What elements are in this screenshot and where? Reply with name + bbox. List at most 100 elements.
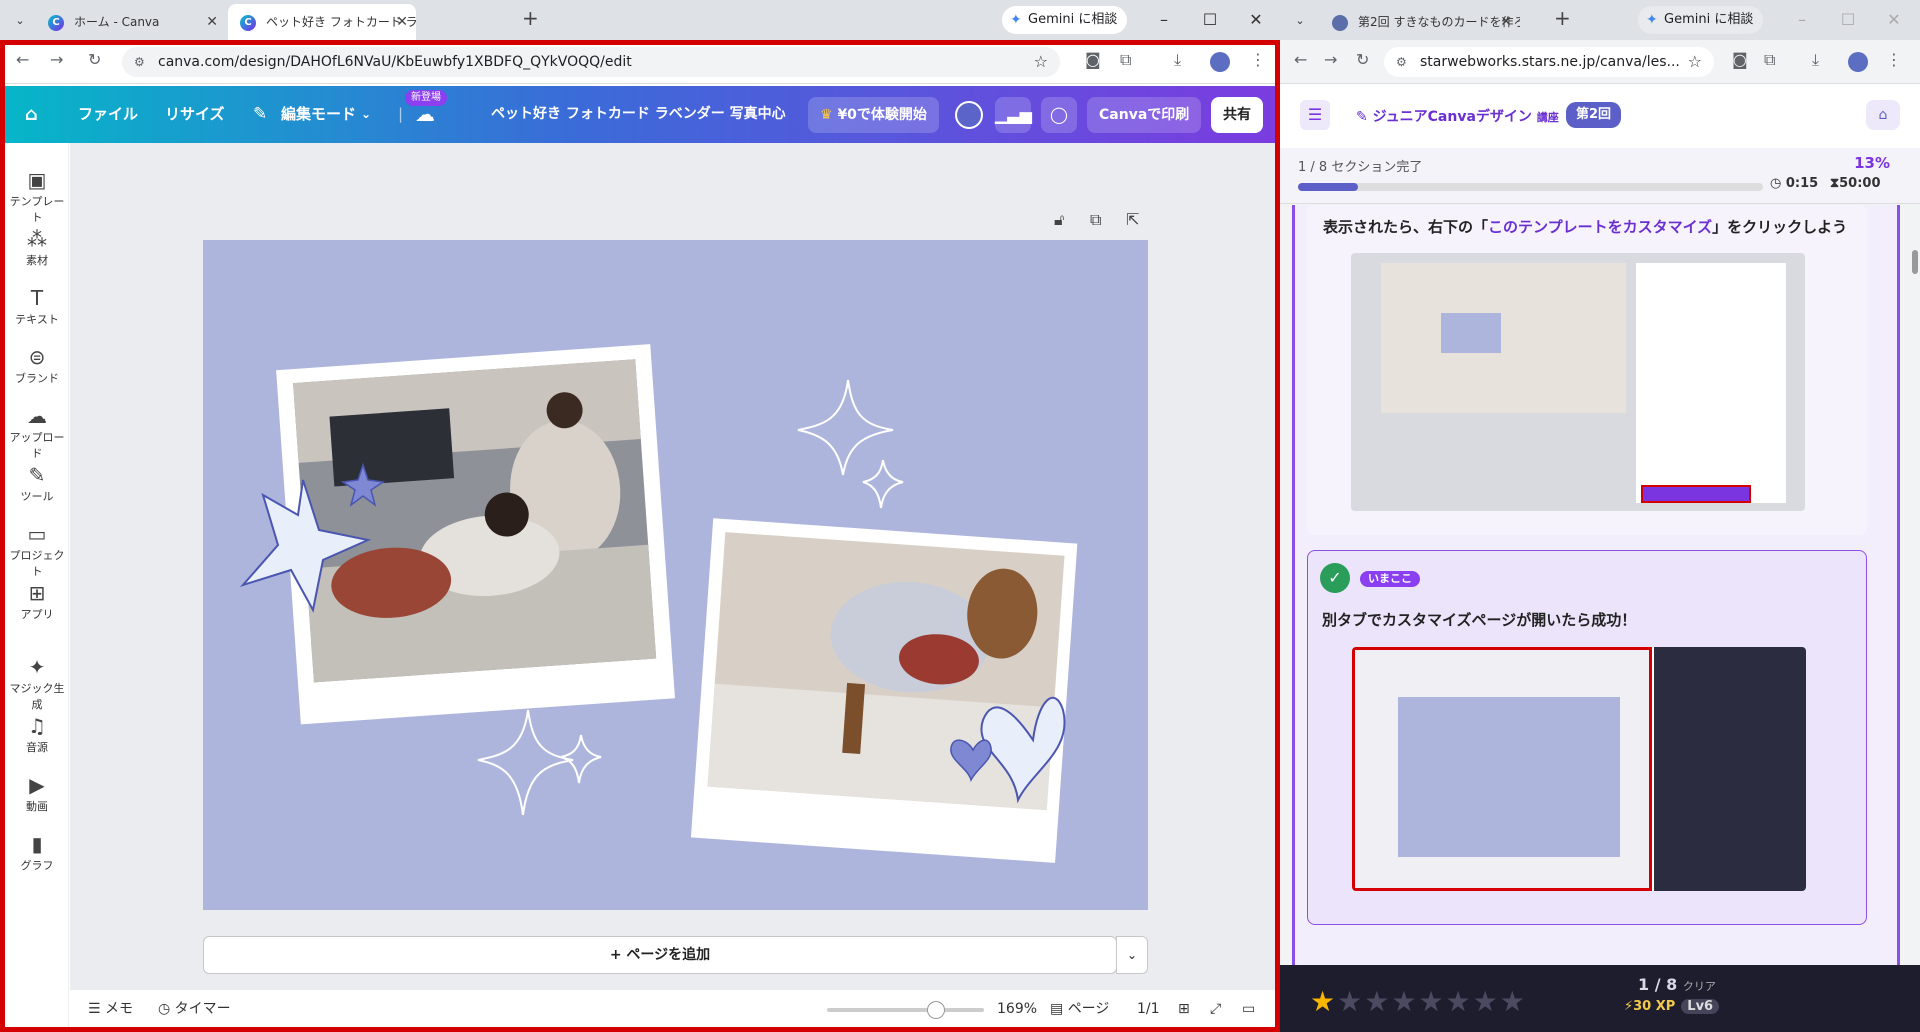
page-count[interactable]: 1/1: [1137, 990, 1160, 1028]
zoom-level[interactable]: 169%: [997, 990, 1037, 1028]
new-tab-button[interactable]: +: [1554, 6, 1571, 30]
extensions-icon[interactable]: ⧉: [1120, 50, 1131, 70]
bookmark-star-icon[interactable]: ☆: [1688, 47, 1702, 77]
site-info-icon[interactable]: ⚙: [1396, 47, 1407, 77]
maximize-button[interactable]: ☐: [1826, 0, 1870, 40]
window-close-button[interactable]: ✕: [1872, 0, 1916, 40]
forward-icon[interactable]: →: [1324, 50, 1337, 69]
sidebar-item-audio[interactable]: ♫ 音源: [5, 713, 69, 755]
reload-icon[interactable]: ↻: [1356, 50, 1369, 69]
comment-icon[interactable]: ◯: [1041, 97, 1077, 133]
close-icon[interactable]: ✕: [396, 4, 408, 40]
sidebar-item-elements[interactable]: ⁂ 素材: [5, 226, 69, 268]
print-button[interactable]: Canvaで印刷: [1087, 97, 1202, 133]
sidebar-item-text[interactable]: T テキスト: [5, 285, 69, 327]
sidebar-item-upload[interactable]: ☁ アップロード: [5, 403, 69, 461]
bookmark-star-icon[interactable]: ☆: [1034, 47, 1048, 77]
fullscreen-icon[interactable]: ⤢: [1210, 990, 1221, 1028]
hamburger-menu-icon[interactable]: ☰: [1300, 100, 1330, 130]
gemini-sparkle-icon: ✦: [1010, 12, 1022, 28]
zoom-slider[interactable]: [827, 1001, 984, 1019]
insights-chart-icon[interactable]: ▁▃▅: [995, 97, 1032, 133]
menu-kebab-icon[interactable]: ⋮: [1886, 50, 1902, 69]
minimize-button[interactable]: –: [1142, 0, 1186, 40]
design-title[interactable]: ペット好き フォトカード ラベンダー 写真中心: [491, 86, 786, 143]
scrollbar[interactable]: [1912, 250, 1918, 274]
pages-button[interactable]: ▤ ページ: [1050, 990, 1109, 1028]
camera-icon[interactable]: ◙: [1085, 50, 1101, 69]
sidebar-item-apps[interactable]: ⊞ アプリ: [5, 580, 69, 622]
forward-icon[interactable]: →: [50, 50, 63, 69]
camera-icon[interactable]: ◙: [1732, 50, 1748, 69]
sidebar-item-template[interactable]: ▣ テンプレート: [5, 167, 69, 225]
add-page-icon[interactable]: ⇱: [1126, 210, 1139, 229]
score-footer: ★★★★★★★★ 1 / 8 クリア ⚡30 XP Lv6: [1280, 965, 1920, 1032]
duplicate-icon[interactable]: ⧉: [1090, 210, 1101, 230]
new-tab-button[interactable]: +: [522, 6, 539, 30]
url-field[interactable]: ⚙ starwebworks.stars.ne.jp/canva/les... …: [1384, 47, 1714, 77]
sparkle-shape[interactable]: [797, 379, 894, 476]
level-badge: Lv6: [1681, 999, 1720, 1014]
gemini-button[interactable]: ✦ Gemini に相談: [1638, 6, 1764, 34]
sidebar-item-projects[interactable]: ▭ プロジェクト: [5, 521, 69, 579]
close-icon[interactable]: ✕: [1500, 4, 1512, 40]
tab-lesson[interactable]: 第2回 すきなものカードを作ろう | : ✕: [1320, 4, 1520, 40]
address-bar-row: ← → ↻ ⚙ starwebworks.stars.ne.jp/canva/l…: [1280, 40, 1920, 84]
trial-button[interactable]: ♛ ¥0で体験開始: [808, 97, 939, 133]
customize-template-link[interactable]: このテンプレートをカスタマイズ: [1488, 218, 1712, 236]
site-info-icon[interactable]: ⚙: [134, 47, 145, 77]
gemini-label: Gemini に相談: [1664, 12, 1754, 27]
sparkle-shape[interactable]: [560, 734, 602, 784]
file-menu[interactable]: ファイル: [78, 86, 138, 143]
home-icon[interactable]: ⌂: [25, 86, 38, 143]
star-icon: ★: [1310, 985, 1338, 1018]
sidebar-item-video[interactable]: ▶ 動画: [5, 772, 69, 814]
download-icon[interactable]: ⤓: [1812, 50, 1819, 70]
add-page-button[interactable]: + ページを追加: [203, 936, 1117, 974]
pages-icon: ▤: [1050, 1001, 1064, 1017]
download-icon[interactable]: ⤓: [1174, 50, 1181, 70]
back-icon[interactable]: ←: [1294, 50, 1307, 69]
chevron-down-icon[interactable]: ⌄: [361, 86, 371, 143]
tab-search-button[interactable]: ⌄: [1288, 8, 1312, 32]
zoom-slider-handle[interactable]: [927, 1001, 946, 1019]
minimize-button[interactable]: –: [1780, 0, 1824, 40]
url-field[interactable]: ⚙ canva.com/design/DAHOfL6NVaU/KbEuwbfy1…: [122, 47, 1060, 77]
template-icon: ▣: [27, 168, 47, 192]
grid-view-icon[interactable]: ⊞: [1178, 990, 1190, 1028]
profile-avatar[interactable]: [1848, 52, 1868, 72]
design-page[interactable]: [203, 240, 1148, 910]
gemini-button[interactable]: ✦ Gemini に相談: [1002, 6, 1128, 34]
resize-menu[interactable]: リサイズ: [165, 86, 225, 143]
tab-search-button[interactable]: ⌄: [8, 8, 32, 32]
clear-label: クリア: [1682, 980, 1716, 993]
home-icon[interactable]: ⌂: [1866, 100, 1900, 130]
profile-avatar[interactable]: [1210, 52, 1230, 72]
sparkle-shape[interactable]: [477, 709, 574, 816]
sidebar-item-label: グラフ: [20, 859, 54, 872]
photo-frame-2[interactable]: [690, 518, 1078, 863]
edit-mode-menu[interactable]: 編集モード: [281, 86, 356, 143]
chevron-down-icon[interactable]: ⌄: [1116, 936, 1148, 974]
reload-icon[interactable]: ↻: [88, 50, 101, 69]
tab-canva-home[interactable]: C ホーム - Canva ✕: [36, 4, 226, 40]
memo-button[interactable]: ☰ メモ: [88, 990, 133, 1028]
lock-icon[interactable]: 🔓︎: [1054, 210, 1064, 230]
extensions-icon[interactable]: ⧉: [1764, 50, 1775, 70]
window-close-button[interactable]: ✕: [1234, 0, 1278, 40]
sidebar-item-magic[interactable]: ✦ マジック生成: [5, 654, 69, 712]
present-icon[interactable]: ▭: [1242, 990, 1255, 1028]
menu-kebab-icon[interactable]: ⋮: [1250, 50, 1266, 69]
sidebar-item-chart[interactable]: ▮ グラフ: [5, 831, 69, 873]
sidebar-item-brand[interactable]: ⊜ ブランド: [5, 344, 69, 386]
back-icon[interactable]: ←: [16, 50, 29, 69]
user-avatar[interactable]: [955, 101, 983, 129]
timer-button[interactable]: ◷ タイマー: [158, 990, 231, 1028]
maximize-button[interactable]: ☐: [1188, 0, 1232, 40]
share-button[interactable]: 共有: [1211, 97, 1263, 133]
sparkle-shape[interactable]: [862, 459, 904, 509]
tab-canva-design[interactable]: C ペット好き フォトカード ラベンダー 写 ✕: [228, 4, 416, 40]
sidebar-item-tools[interactable]: ✎ ツール: [5, 462, 69, 504]
close-icon[interactable]: ✕: [206, 4, 218, 40]
progress-bar-fill: [1298, 183, 1359, 191]
